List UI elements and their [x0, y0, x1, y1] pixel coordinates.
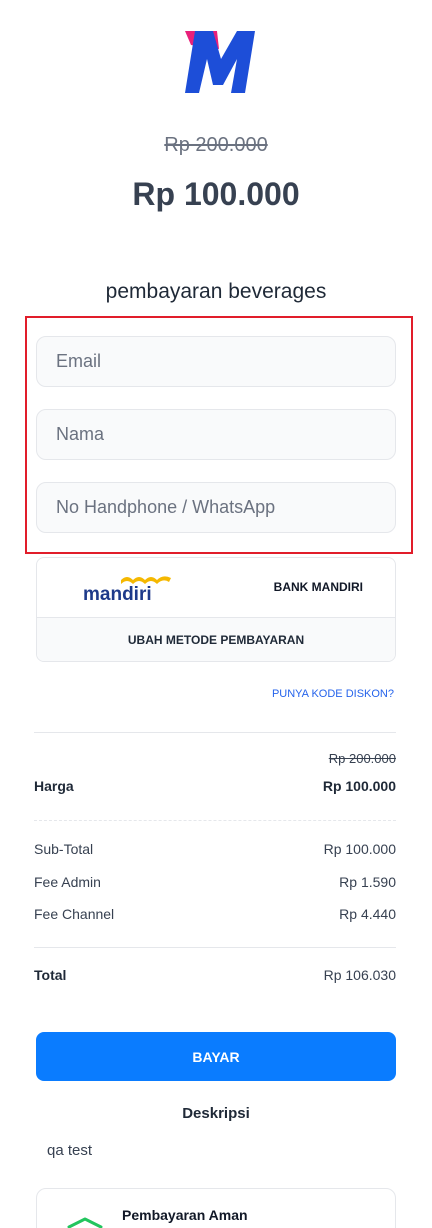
fee-channel-row: Fee Channel Rp 4.440: [34, 906, 396, 922]
current-price: Rp 100.000: [132, 176, 300, 212]
fee-admin-label: Fee Admin: [34, 874, 101, 890]
fee-channel-value: Rp 4.440: [339, 906, 396, 922]
divider: [34, 947, 396, 948]
pay-button[interactable]: BAYAR: [36, 1032, 396, 1081]
shield-check-icon: [67, 1217, 103, 1228]
phone-field[interactable]: [36, 482, 396, 533]
subtotal-value: Rp 100.000: [323, 841, 396, 857]
harga-original-price: Rp 200.000: [328, 751, 396, 766]
name-field[interactable]: [36, 409, 396, 460]
fee-channel-label: Fee Channel: [34, 906, 115, 922]
product-title: pembayaran beverages: [105, 280, 327, 303]
payment-method-card: mandiri BANK MANDIRI UBAH METODE PEMBAYA…: [36, 557, 396, 662]
secure-payment-title: Pembayaran Aman: [122, 1207, 248, 1223]
original-price: Rp 200.000: [164, 134, 268, 156]
description-text: qa test: [47, 1142, 93, 1159]
mandiri-logo-text: mandiri: [83, 584, 152, 604]
change-method-button[interactable]: UBAH METODE PEMBAYARAN: [37, 618, 395, 661]
total-row: Total Rp 106.030: [34, 967, 396, 983]
bank-name: BANK MANDIRI: [273, 580, 363, 594]
fee-admin-row: Fee Admin Rp 1.590: [34, 874, 396, 890]
total-label: Total: [34, 967, 67, 983]
email-field[interactable]: [36, 336, 396, 387]
secure-payment-card: Pembayaran Aman: [36, 1188, 396, 1228]
fee-admin-value: Rp 1.590: [339, 874, 396, 890]
harga-label: Harga: [34, 778, 74, 794]
selected-method: mandiri BANK MANDIRI: [37, 558, 395, 618]
discount-code-link[interactable]: PUNYA KODE DISKON?: [272, 688, 394, 700]
mandiri-logo: mandiri: [83, 576, 171, 604]
subtotal-label: Sub-Total: [34, 841, 94, 857]
total-value: Rp 106.030: [323, 967, 396, 983]
divider: [34, 820, 396, 821]
description-title: Deskripsi: [182, 1105, 250, 1122]
harga-row: Harga Rp 100.000: [34, 778, 396, 794]
subtotal-row: Sub-Total Rp 100.000: [34, 841, 396, 857]
m-logo-icon: [185, 31, 255, 93]
divider: [34, 732, 396, 733]
harga-value: Rp 100.000: [322, 778, 396, 794]
